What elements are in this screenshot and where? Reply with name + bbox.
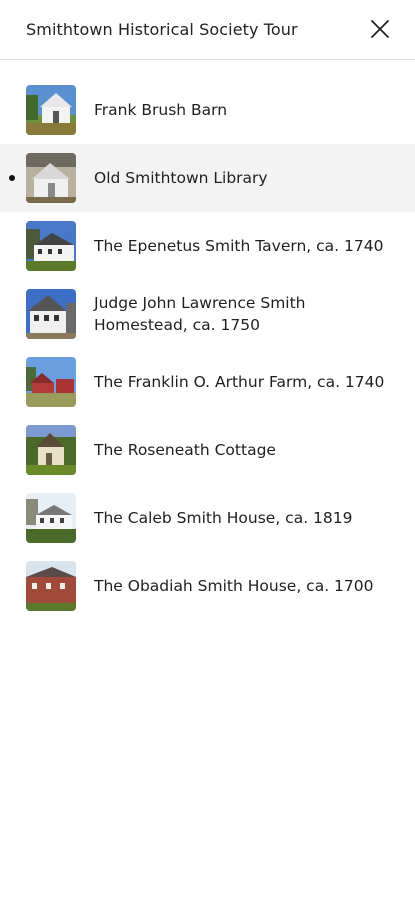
- tour-stop-thumbnail: [26, 85, 76, 135]
- close-button[interactable]: [365, 14, 395, 44]
- tour-stop-label: The Roseneath Cottage: [94, 441, 276, 459]
- page-title: Smithtown Historical Society Tour: [26, 20, 298, 39]
- tour-stop-thumbnail: [26, 357, 76, 407]
- tour-stop-label: The Caleb Smith House, ca. 1819: [94, 509, 353, 527]
- current-stop-bullet: [9, 175, 15, 181]
- list-item[interactable]: The Franklin O. Arthur Farm, ca. 1740: [0, 348, 415, 416]
- tour-stop-thumbnail: [26, 289, 76, 339]
- list-item[interactable]: The Roseneath Cottage: [0, 416, 415, 484]
- tour-stop-label: Old Smithtown Library: [94, 169, 268, 187]
- header: Smithtown Historical Society Tour: [0, 0, 415, 60]
- tour-stop-list: Frank Brush Barn Old Smithtown Library T…: [0, 76, 415, 620]
- close-icon: [371, 20, 389, 38]
- list-item[interactable]: Judge John Lawrence Smith Homestead, ca.…: [0, 280, 415, 348]
- tour-stop-thumbnail: [26, 493, 76, 543]
- list-item[interactable]: The Caleb Smith House, ca. 1819: [0, 484, 415, 552]
- tour-stop-label: Frank Brush Barn: [94, 101, 228, 119]
- tour-stop-thumbnail: [26, 221, 76, 271]
- list-item[interactable]: Frank Brush Barn: [0, 76, 415, 144]
- list-item[interactable]: The Obadiah Smith House, ca. 1700: [0, 552, 415, 620]
- list-item[interactable]: The Epenetus Smith Tavern, ca. 1740: [0, 212, 415, 280]
- tour-stop-thumbnail: [26, 561, 76, 611]
- tour-stop-label: Judge John Lawrence Smith Homestead, ca.…: [94, 294, 306, 334]
- tour-stop-thumbnail: [26, 153, 76, 203]
- tour-stop-label: The Franklin O. Arthur Farm, ca. 1740: [94, 373, 385, 391]
- tour-stop-label: The Obadiah Smith House, ca. 1700: [94, 577, 374, 595]
- list-item-active[interactable]: Old Smithtown Library: [0, 144, 415, 212]
- tour-stop-label: The Epenetus Smith Tavern, ca. 1740: [94, 237, 384, 255]
- tour-stop-thumbnail: [26, 425, 76, 475]
